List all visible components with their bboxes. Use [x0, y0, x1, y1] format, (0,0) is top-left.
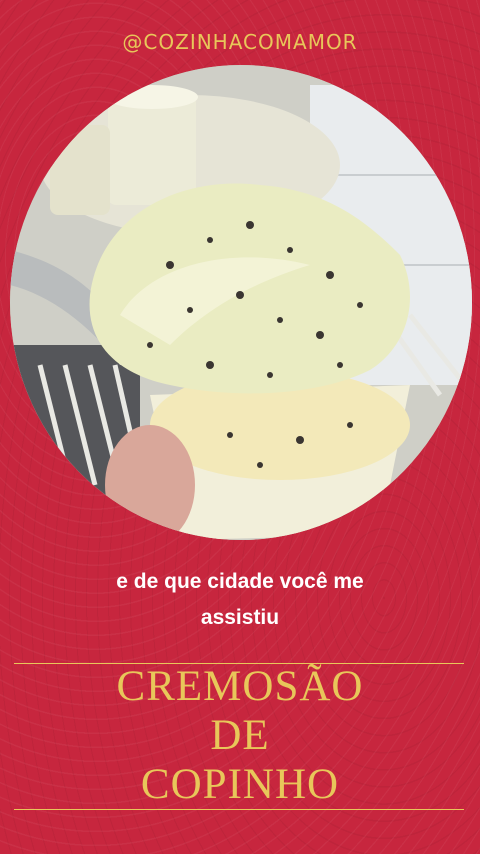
bottom-divider [14, 809, 464, 810]
caption-line-2: assistiu [200, 606, 280, 629]
caption-question: e de que cidade você me assistiu [40, 564, 440, 636]
title-line-2: DE [210, 712, 270, 759]
ice-cream-illustration [10, 65, 472, 540]
title-line-1: CREMOSÃO [116, 663, 364, 710]
recipe-title: CREMOSÃO DE COPINHO [0, 662, 480, 809]
caption-line-1: e de que cidade você me [116, 570, 364, 593]
ice-cream-photo [10, 65, 472, 540]
instagram-handle: @COZINHACOMAMOR [122, 30, 358, 54]
title-line-3: COPINHO [140, 761, 340, 808]
